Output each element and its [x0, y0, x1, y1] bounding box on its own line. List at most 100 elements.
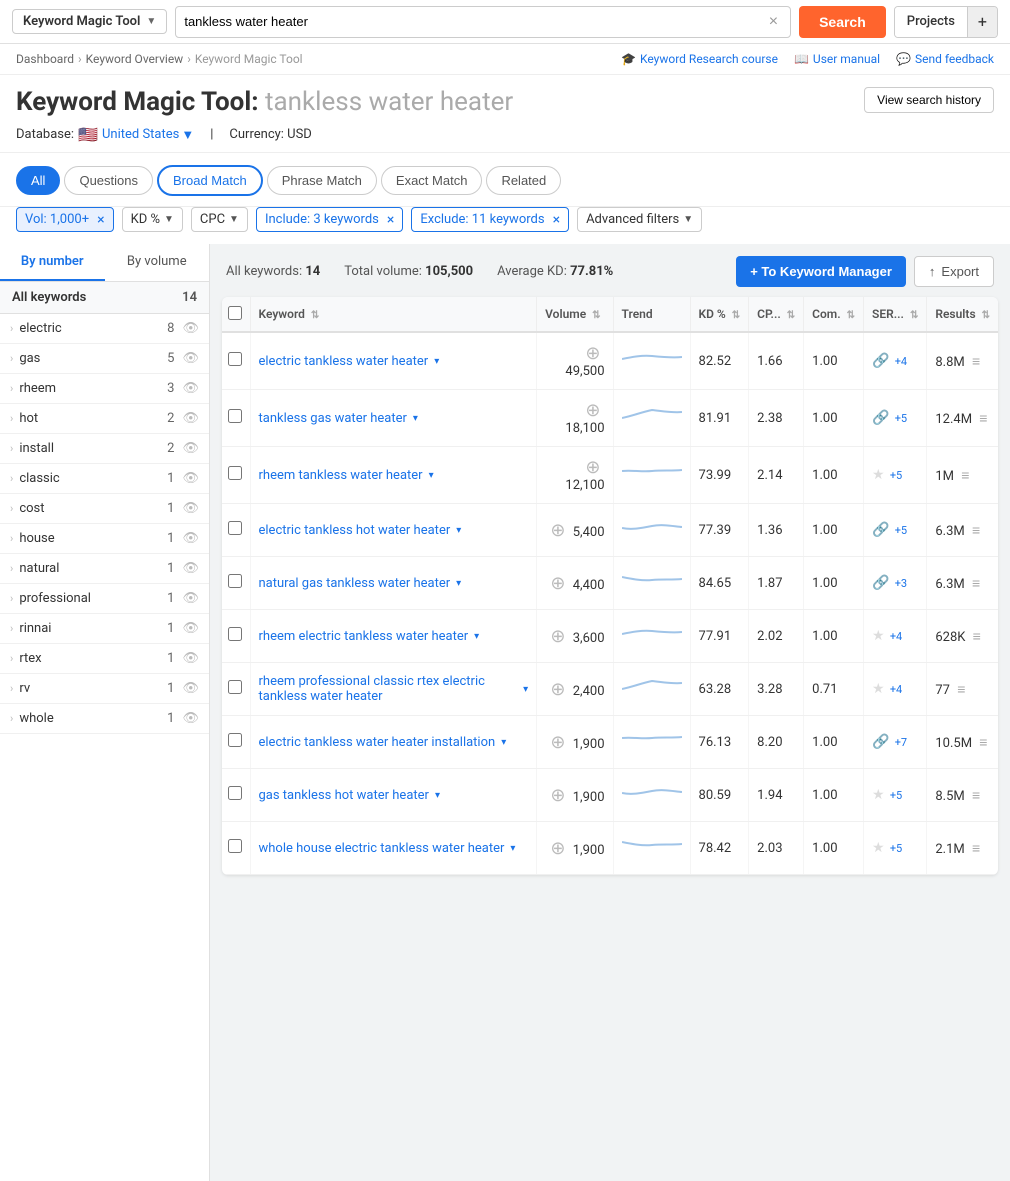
add-to-manager-button[interactable]: + To Keyword Manager: [736, 256, 906, 287]
export-button[interactable]: ↑ Export: [914, 256, 994, 287]
row-checkbox[interactable]: [228, 627, 242, 641]
keyword-link[interactable]: electric tankless water heater installat…: [259, 735, 496, 750]
sidebar-item-install[interactable]: › install 2 👁: [0, 434, 209, 464]
th-results[interactable]: Results ⇅: [927, 297, 998, 332]
sidebar-item-house[interactable]: › house 1 👁: [0, 524, 209, 554]
serp-extra-badge[interactable]: +5: [890, 789, 902, 802]
add-keyword-button[interactable]: ⊕: [550, 520, 565, 541]
sidebar-item-electric[interactable]: › electric 8 👁: [0, 314, 209, 344]
cpc-filter[interactable]: CPC ▼: [191, 207, 248, 232]
projects-label[interactable]: Projects: [895, 6, 967, 38]
keyword-dropdown-icon[interactable]: ▾: [456, 578, 461, 589]
sidebar-item-professional[interactable]: › professional 1 👁: [0, 584, 209, 614]
serp-extra-badge[interactable]: +3: [895, 577, 907, 590]
keyword-dropdown-icon[interactable]: ▾: [474, 631, 479, 642]
search-input[interactable]: [184, 14, 764, 29]
th-cp[interactable]: CP... ⇅: [749, 297, 804, 332]
row-checkbox[interactable]: [228, 786, 242, 800]
keyword-link[interactable]: whole house electric tankless water heat…: [259, 841, 505, 856]
search-button[interactable]: Search: [799, 6, 886, 38]
vol-filter-clear-icon[interactable]: ×: [97, 213, 104, 227]
eye-icon[interactable]: 👁: [182, 651, 199, 666]
exclude-filter[interactable]: Exclude: 11 keywords ×: [411, 207, 569, 232]
tab-all[interactable]: All: [16, 166, 60, 195]
th-com[interactable]: Com. ⇅: [804, 297, 864, 332]
tab-questions[interactable]: Questions: [64, 166, 153, 195]
sidebar-item-whole[interactable]: › whole 1 👁: [0, 704, 209, 734]
volume-filter[interactable]: Vol: 1,000+ ×: [16, 207, 114, 232]
serp-extra-badge[interactable]: +7: [895, 736, 907, 749]
keyword-link[interactable]: rheem tankless water heater: [259, 468, 423, 483]
add-keyword-button[interactable]: ⊕: [550, 838, 565, 859]
keyword-dropdown-icon[interactable]: ▾: [413, 413, 418, 424]
sidebar-item-rinnai[interactable]: › rinnai 1 👁: [0, 614, 209, 644]
keyword-dropdown-icon[interactable]: ▾: [523, 684, 528, 695]
th-keyword[interactable]: Keyword ⇅: [250, 297, 537, 332]
select-all-checkbox[interactable]: [228, 306, 242, 320]
include-filter-clear-icon[interactable]: ×: [387, 213, 394, 227]
serp-extra-badge[interactable]: +5: [895, 412, 907, 425]
row-checkbox[interactable]: [228, 352, 242, 366]
tool-selector[interactable]: Keyword Magic Tool ▼: [12, 9, 167, 34]
serp-extra-badge[interactable]: +4: [895, 355, 907, 368]
sidebar-item-gas[interactable]: › gas 5 👁: [0, 344, 209, 374]
row-checkbox[interactable]: [228, 466, 242, 480]
keyword-dropdown-icon[interactable]: ▾: [435, 790, 440, 801]
add-keyword-button[interactable]: ⊕: [550, 679, 565, 700]
eye-icon[interactable]: 👁: [182, 411, 199, 426]
serp-extra-badge[interactable]: +4: [890, 683, 902, 696]
send-feedback-link[interactable]: 💬 Send feedback: [896, 52, 994, 66]
include-filter[interactable]: Include: 3 keywords ×: [256, 207, 403, 232]
keyword-link[interactable]: rheem electric tankless water heater: [259, 629, 469, 644]
th-kd[interactable]: KD % ⇅: [690, 297, 749, 332]
eye-icon[interactable]: 👁: [182, 681, 199, 696]
database-link[interactable]: United States ▼: [102, 127, 194, 143]
keyword-dropdown-icon[interactable]: ▾: [510, 843, 515, 854]
sidebar-item-cost[interactable]: › cost 1 👁: [0, 494, 209, 524]
eye-icon[interactable]: 👁: [182, 321, 199, 336]
add-keyword-button[interactable]: ⊕: [585, 400, 600, 421]
keyword-dropdown-icon[interactable]: ▾: [501, 737, 506, 748]
sidebar-item-rv[interactable]: › rv 1 👁: [0, 674, 209, 704]
row-checkbox[interactable]: [228, 680, 242, 694]
keyword-link[interactable]: rheem professional classic rtex electric…: [259, 674, 518, 704]
eye-icon[interactable]: 👁: [182, 711, 199, 726]
keyword-dropdown-icon[interactable]: ▾: [456, 525, 461, 536]
keyword-link[interactable]: electric tankless hot water heater: [259, 523, 451, 538]
serp-extra-badge[interactable]: +5: [890, 469, 902, 482]
eye-icon[interactable]: 👁: [182, 591, 199, 606]
kd-filter[interactable]: KD % ▼: [122, 207, 183, 232]
eye-icon[interactable]: 👁: [182, 501, 199, 516]
eye-icon[interactable]: 👁: [182, 351, 199, 366]
sidebar-tab-by-volume[interactable]: By volume: [105, 244, 210, 281]
view-history-button[interactable]: View search history: [864, 87, 994, 113]
th-volume[interactable]: Volume ⇅: [537, 297, 613, 332]
th-ser[interactable]: SER... ⇅: [864, 297, 927, 332]
serp-extra-badge[interactable]: +5: [895, 524, 907, 537]
serp-extra-badge[interactable]: +5: [890, 842, 902, 855]
keyword-research-course-link[interactable]: 🎓 Keyword Research course: [621, 52, 778, 66]
exclude-filter-clear-icon[interactable]: ×: [553, 213, 560, 227]
eye-icon[interactable]: 👁: [182, 531, 199, 546]
keyword-link[interactable]: natural gas tankless water heater: [259, 576, 451, 591]
row-checkbox[interactable]: [228, 409, 242, 423]
tab-phrase-match[interactable]: Phrase Match: [267, 166, 377, 195]
sidebar-item-hot[interactable]: › hot 2 👁: [0, 404, 209, 434]
keyword-dropdown-icon[interactable]: ▾: [434, 356, 439, 367]
add-keyword-button[interactable]: ⊕: [550, 732, 565, 753]
tab-broad-match[interactable]: Broad Match: [157, 165, 263, 196]
row-checkbox[interactable]: [228, 733, 242, 747]
add-keyword-button[interactable]: ⊕: [585, 457, 600, 478]
eye-icon[interactable]: 👁: [182, 471, 199, 486]
sidebar-item-natural[interactable]: › natural 1 👁: [0, 554, 209, 584]
keyword-link[interactable]: gas tankless hot water heater: [259, 788, 429, 803]
projects-plus-button[interactable]: +: [967, 6, 997, 38]
sidebar-item-rtex[interactable]: › rtex 1 👁: [0, 644, 209, 674]
row-checkbox[interactable]: [228, 574, 242, 588]
breadcrumb-dashboard[interactable]: Dashboard: [16, 52, 74, 66]
sidebar-item-classic[interactable]: › classic 1 👁: [0, 464, 209, 494]
add-keyword-button[interactable]: ⊕: [550, 785, 565, 806]
eye-icon[interactable]: 👁: [182, 561, 199, 576]
keyword-link[interactable]: tankless gas water heater: [259, 411, 407, 426]
breadcrumb-keyword-overview[interactable]: Keyword Overview: [86, 52, 184, 66]
